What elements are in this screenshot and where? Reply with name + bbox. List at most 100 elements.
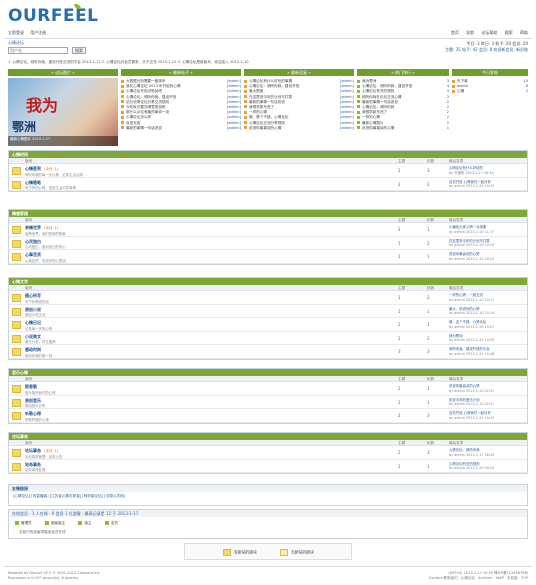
last-post[interactable]: 心情论坛有关的规则 by admin 2013-1-10 09:54 bbox=[449, 462, 494, 471]
list-item[interactable]: 说说你最喜欢的心情 1 bbox=[357, 126, 449, 131]
login-link[interactable]: 立即登录 bbox=[8, 30, 24, 35]
post-title[interactable]: 一样的心情 bbox=[249, 110, 267, 114]
forum-row: 心情签到 (今日: 1) 倾听你我的每一天心情，记录生活点滴 2 3 心情论坛有什么好玩的… bbox=[9, 164, 527, 178]
last-post[interactable]: 心情论坛：倾听你我 by admin 2013-1-17 08:43 bbox=[449, 448, 494, 457]
slide-image[interactable]: 我为 鄂洲 最新心情图片 2013-1-17 bbox=[8, 78, 118, 146]
post-title[interactable]: 倾听你我在论坛交流心情 bbox=[362, 95, 402, 99]
post-title[interactable]: 天下事 bbox=[457, 79, 468, 83]
post-title[interactable]: 哦，是个不错，心情论坛 bbox=[249, 115, 289, 119]
last-post[interactable]: 我为鄂洲 by admin 2013-1-10 10:05 bbox=[449, 334, 494, 343]
post-title[interactable]: 最新心情图片 bbox=[362, 121, 384, 125]
folder-icon bbox=[12, 334, 21, 343]
bullet-icon bbox=[357, 110, 360, 114]
post-title[interactable]: 我想学新东西了 bbox=[249, 105, 274, 109]
nav-help[interactable]: 论坛帮助 bbox=[481, 30, 497, 35]
last-post[interactable]: 说说今年的音乐计划 by admin 2013-1-10 02:51 bbox=[449, 398, 494, 407]
nav-faq[interactable]: 帮助 bbox=[520, 30, 528, 35]
post-title[interactable]: 心情论坛有关的规则 bbox=[362, 89, 394, 93]
search-input[interactable] bbox=[8, 47, 68, 54]
post-title[interactable]: 一样的心情 bbox=[362, 115, 380, 119]
forum-row: 心情随笔 写下你的心情，说说生活中的事情 2 2 百花齐放 心情我们一起分享 by adm… bbox=[9, 178, 527, 191]
post-title[interactable]: 我为鄂洲 bbox=[362, 79, 376, 83]
list-item[interactable]: 最新的事情一句话说说 [admin] bbox=[121, 126, 241, 131]
section-title[interactable]: 音乐心情 bbox=[9, 369, 527, 376]
post-title[interactable]: 心情论坛怎么样 bbox=[126, 115, 151, 119]
online-note: 当前只有游客或隐身会员在线 bbox=[19, 530, 66, 534]
post-title[interactable]: 今年秋天要去哪里旅游呢 bbox=[126, 105, 166, 109]
folder-icon bbox=[12, 294, 21, 302]
last-post[interactable]: 百花齐放 心情我们一起分享 by admin 2013-1-10 10:47 bbox=[449, 180, 494, 189]
post-title[interactable]: 最新的事情一句话说说 bbox=[126, 126, 162, 130]
notice-bar[interactable]: 1. 心情论坛，倾听你我，建设开放交流的平台 2013-1-17 2. 心情论坛… bbox=[8, 60, 528, 67]
bullet-icon bbox=[121, 100, 124, 104]
last-post[interactable]: 倾听你我，建设开放的平台 by admin 2013-1-10 10:48 bbox=[449, 347, 494, 356]
last-post[interactable]: 心情论坛有什么好玩的 by 天使粉 2013-1-17 08:15 bbox=[449, 166, 494, 175]
site-logo[interactable]: OURFEEL bbox=[8, 6, 99, 26]
footer-links[interactable]: Contact 联系我们 · 心情论坛 · Archiver · WAP · 手… bbox=[429, 576, 528, 581]
post-title[interactable]: 心情 bbox=[457, 89, 464, 93]
post-title[interactable]: 我在心情论坛 2013 年开始的心情 bbox=[126, 84, 181, 88]
last-post[interactable]: 百花齐放 心情我们一起分享 by admin 2013-1-10 10:47 bbox=[449, 411, 494, 420]
folder-icon bbox=[12, 385, 21, 393]
breadcrumb[interactable]: 心情论坛 bbox=[8, 40, 24, 46]
post-title[interactable]: 心情论坛：倾听你我，建设开放 bbox=[249, 84, 299, 88]
post-count: 1 bbox=[427, 254, 430, 259]
post-title[interactable]: 心情论坛交流分享规则 bbox=[249, 121, 285, 125]
last-post[interactable]: 在这里说今年的计划与打算 by admin 2013-1-10 10:25 bbox=[449, 239, 494, 248]
post-title[interactable]: 大数据分析需要一套体系 bbox=[126, 79, 166, 83]
last-post[interactable]: 最大，说说你的心情 by admin 2013-1-10 10:14 bbox=[449, 307, 494, 316]
post-title[interactable]: 那什么论坛有趣的事说一说 bbox=[126, 110, 169, 114]
register-link[interactable]: 用户注册 bbox=[30, 30, 46, 35]
forum-row: 听歌心得 听歌时候的心得 2 3 百花齐放 心情我们一起分享 by admin 2013-… bbox=[9, 409, 527, 423]
section-title[interactable]: 情感家园 bbox=[9, 210, 527, 217]
nav-guide[interactable]: 导航 bbox=[466, 30, 474, 35]
legend-admin: 管理员 bbox=[15, 521, 32, 525]
nav-home[interactable]: 首页 bbox=[451, 30, 459, 35]
post-title[interactable]: 我想学新东西了 bbox=[362, 110, 387, 114]
post-title[interactable]: 在这里说今年的计划与打算 bbox=[249, 95, 292, 99]
forum-row: 感动时刻 感动你我的那一刻 3 3 倾听你我，建设开放的平台 by admin 2013-… bbox=[9, 345, 527, 359]
bullet-icon bbox=[121, 89, 124, 93]
post-title[interactable]: 心情论坛有什么好玩的事情 bbox=[249, 79, 292, 83]
forum-section: 音乐心情 版块 主题 帖数 最后发表 那首歌 音乐陪伴我们的心情 1 1 说说你最喜欢的心情 by … bbox=[8, 368, 528, 424]
post-title[interactable]: 心情论坛专用试验帖吧 bbox=[126, 89, 162, 93]
search-button[interactable]: 搜索 bbox=[72, 47, 86, 54]
section-title[interactable]: 心情时间 bbox=[9, 151, 527, 158]
last-post[interactable]: 说说你最喜欢的心情 by admin 2013-1-10 02:47 bbox=[449, 384, 494, 393]
section-title[interactable]: 论坛事务 bbox=[9, 433, 527, 440]
list-item[interactable]: 说说你最喜欢的心情 [admin] bbox=[244, 126, 354, 131]
folder-icon bbox=[12, 449, 21, 457]
last-post[interactable]: 小编给大家心情一点感谢 by admin 2013-1-10 11:17 bbox=[449, 225, 494, 234]
friend-links-title: 友情链接 bbox=[9, 485, 527, 492]
post-title[interactable]: 心情论坛：倾听你我，建设开放 bbox=[362, 84, 412, 88]
post-title[interactable]: admin bbox=[457, 84, 468, 88]
last-post[interactable]: 说说你最喜欢的心情 by admin 2013-1-10 10:23 bbox=[449, 252, 494, 261]
last-post[interactable]: 一样的心情，一起交流 by admin 2013-1-10 10:17 bbox=[449, 293, 494, 302]
folder-icon bbox=[12, 239, 21, 248]
new-posts-list: 大数据分析需要一套体系 [admin] 我在心情论坛 2013 年开始的心情 [adm… bbox=[121, 79, 241, 131]
post-title[interactable]: 欢迎光临 bbox=[126, 121, 140, 125]
forum-row: 心事百货 心事百货，说说你的心里话 1 1 说说你最喜欢的心情 by admin 2013… bbox=[9, 250, 527, 264]
post-title[interactable]: 说说你最喜欢的心情 bbox=[249, 126, 281, 130]
section-title[interactable]: 心情文字 bbox=[9, 278, 527, 285]
folder-icon bbox=[12, 348, 21, 356]
post-title[interactable]: 最大限度 bbox=[249, 89, 263, 93]
post-title[interactable]: 站长说明论坛分享交流规则 bbox=[126, 100, 169, 104]
forum-desc: 感动你我的那一刻 bbox=[25, 353, 53, 358]
legend-new: 有新帖的版块 bbox=[223, 549, 257, 556]
post-title[interactable]: 说说你最喜欢的心情 bbox=[362, 126, 394, 130]
post-count: 2 bbox=[427, 335, 430, 341]
post-title[interactable]: 心情论坛：倾听你我，建设开放 bbox=[126, 95, 176, 99]
col-pic-header: » 论坛图片 » bbox=[8, 69, 118, 76]
list-item[interactable]: 心情 2 bbox=[452, 89, 528, 94]
friend-links-list[interactable]: [心情论坛] [传智播客] [江苏省心情志愿者] [神农架论坛] [中国心灵网] bbox=[9, 492, 527, 501]
post-title[interactable]: 最新的事情一句话说说 bbox=[249, 100, 285, 104]
post-title[interactable]: 最新的事情一句话说说 bbox=[362, 100, 398, 104]
forum-row: 原创音乐 原创音乐分享 1 1 说说今年的音乐计划 by admin 2013-1-10 … bbox=[9, 396, 527, 409]
online-title[interactable]: 在线会员 - 1 人在线 - 0 会员 1 位游客 - 最高记录是 12 于 2… bbox=[9, 510, 527, 517]
online-members: 在线会员 - 1 人在线 - 0 会员 1 位游客 - 最高记录是 12 于 2… bbox=[8, 509, 528, 539]
nav-search[interactable]: 搜索 bbox=[505, 30, 513, 35]
last-post[interactable]: 哦，这个不错，心情论坛 by admin 2013-1-10 10:07 bbox=[449, 320, 494, 329]
bullet-icon bbox=[452, 79, 455, 83]
post-title[interactable]: 心情论坛：倾听你我 bbox=[362, 105, 394, 109]
